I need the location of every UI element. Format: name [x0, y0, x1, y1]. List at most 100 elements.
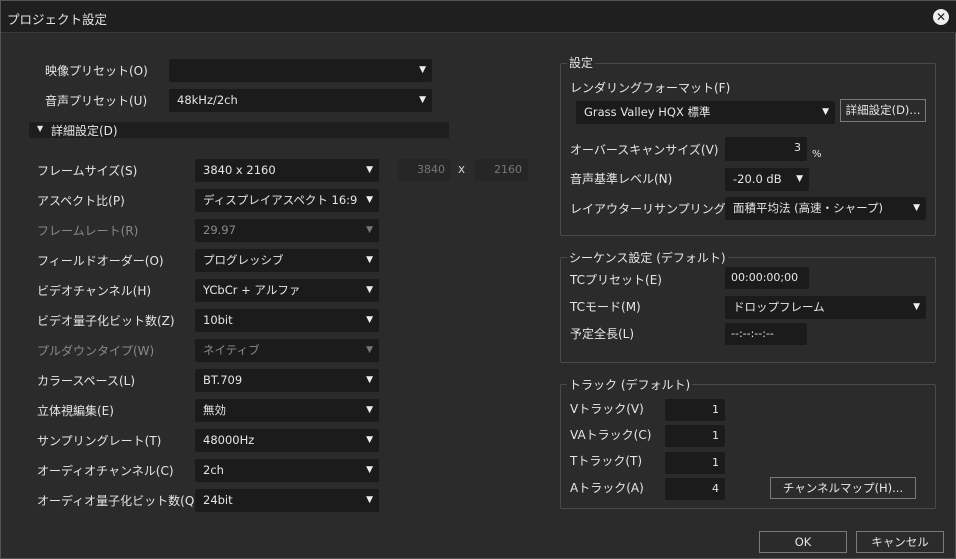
chevron-down-icon: ▼	[366, 315, 373, 325]
row-dropdown-value: ディスプレイアスペクト 16:9	[203, 193, 358, 207]
row-dropdown[interactable]: 24bit ▼	[195, 489, 379, 512]
a-track-input[interactable]: 4	[665, 478, 725, 500]
chevron-down-icon: ▼	[366, 435, 373, 445]
video-preset-dropdown[interactable]: ▼	[169, 59, 432, 82]
chevron-down-icon: ▼	[366, 225, 373, 235]
row-dropdown-value: 24bit	[203, 493, 233, 507]
row-dropdown[interactable]: 2ch ▼	[195, 459, 379, 482]
tc-mode-label: TCモード(M)	[570, 300, 641, 314]
row-dropdown-value: 29.97	[203, 223, 236, 237]
row-dropdown[interactable]: YCbCr + アルファ ▼	[195, 279, 379, 302]
resample-dropdown[interactable]: 面積平均法 (高速・シャープ) ▼	[725, 197, 926, 220]
chevron-down-icon: ▼	[366, 345, 373, 355]
chevron-down-icon: ▼	[366, 405, 373, 415]
chevron-down-icon: ▼	[419, 95, 426, 105]
chevron-down-icon: ▼	[366, 255, 373, 265]
tc-preset-input[interactable]: 00:00:00;00	[725, 267, 809, 289]
chevron-down-icon: ▼	[419, 65, 426, 75]
render-format-dropdown[interactable]: Grass Valley HQX 標準 ▼	[576, 101, 835, 124]
row-dropdown-value: BT.709	[203, 373, 243, 387]
chevron-down-icon: ▼	[366, 165, 373, 175]
chevron-down-icon: ▼	[913, 203, 920, 213]
tracks-group-title: トラック (デフォルト)	[567, 376, 693, 393]
t-track-input[interactable]: 1	[665, 452, 725, 474]
row-dropdown-value: 10bit	[203, 313, 233, 327]
row-dropdown-value: YCbCr + アルファ	[203, 283, 301, 297]
row-dropdown[interactable]: 48000Hz ▼	[195, 429, 379, 452]
overscan-label: オーバースキャンサイズ(V)	[570, 143, 719, 157]
audio-preset-dropdown[interactable]: 48kHz/2ch ▼	[169, 89, 432, 112]
sequence-group-title: シーケンス設定 (デフォルト)	[567, 249, 728, 266]
va-track-input[interactable]: 1	[665, 425, 725, 447]
detail-settings-label: 詳細設定(D)	[51, 124, 118, 138]
frame-width-input: 3840	[398, 159, 451, 181]
row-label: フレームレート(R)	[37, 224, 139, 238]
row-label: カラースペース(L)	[37, 374, 136, 388]
duration-label: 予定全長(L)	[570, 327, 635, 341]
row-dropdown-value: 48000Hz	[203, 433, 255, 447]
chevron-down-icon: ▼	[366, 195, 373, 205]
detail-settings-toggle[interactable]: ▼ 詳細設定(D)	[29, 122, 449, 138]
chevron-down-icon: ▼	[366, 465, 373, 475]
row-dropdown-value: 2ch	[203, 463, 224, 477]
row-dropdown[interactable]: 10bit ▼	[195, 309, 379, 332]
row-dropdown[interactable]: 無効 ▼	[195, 399, 379, 422]
render-format-value: Grass Valley HQX 標準	[584, 105, 711, 119]
audio-preset-value: 48kHz/2ch	[177, 93, 238, 107]
row-label: ビデオチャンネル(H)	[37, 284, 152, 298]
window-title: プロジェクト設定	[7, 12, 108, 27]
row-dropdown[interactable]: プログレッシブ ▼	[195, 249, 379, 272]
chevron-down-icon: ▼	[366, 375, 373, 385]
row-dropdown[interactable]: 3840 x 2160 ▼	[195, 159, 379, 182]
title-bar: プロジェクト設定 ✕	[1, 1, 956, 33]
tc-mode-value: ドロップフレーム	[733, 300, 825, 314]
chevron-down-icon: ▼	[822, 107, 829, 117]
audio-level-dropdown[interactable]: -20.0 dB ▼	[725, 168, 809, 191]
chevron-down-icon: ▼	[796, 174, 803, 184]
row-dropdown[interactable]: BT.709 ▼	[195, 369, 379, 392]
row-label: ビデオ量子化ビット数(Z)	[37, 314, 175, 328]
audio-level-label: 音声基準レベル(N)	[570, 172, 673, 186]
frame-height-input: 2160	[475, 159, 528, 181]
row-dropdown: ネイティブ ▼	[195, 339, 379, 362]
ok-button[interactable]: OK	[759, 531, 847, 553]
row-dropdown-value: 無効	[203, 403, 226, 417]
tc-mode-dropdown[interactable]: ドロップフレーム ▼	[725, 296, 926, 319]
audio-level-value: -20.0 dB	[733, 172, 782, 186]
va-track-label: VAトラック(C)	[570, 428, 652, 442]
row-label: アスペクト比(P)	[37, 194, 125, 208]
v-track-label: Vトラック(V)	[570, 402, 644, 416]
tc-preset-label: TCプリセット(E)	[570, 273, 662, 287]
row-label: フレームサイズ(S)	[37, 164, 138, 178]
cancel-button[interactable]: キャンセル	[856, 531, 944, 553]
chevron-down-icon: ▼	[366, 495, 373, 505]
row-label: サンプリングレート(T)	[37, 434, 162, 448]
frame-size-separator: x	[458, 162, 466, 176]
triangle-down-icon: ▼	[37, 124, 44, 133]
overscan-unit: %	[812, 149, 822, 160]
video-preset-label: 映像プリセット(O)	[45, 64, 148, 78]
row-dropdown-value: プログレッシブ	[203, 253, 284, 267]
detail-settings-button[interactable]: 詳細設定(D)...	[840, 99, 926, 122]
close-icon[interactable]: ✕	[933, 9, 949, 25]
row-dropdown-value: 3840 x 2160	[203, 163, 276, 177]
row-label: フィールドオーダー(O)	[37, 254, 164, 268]
render-format-label: レンダリングフォーマット(F)	[570, 81, 731, 95]
row-label: プルダウンタイプ(W)	[37, 344, 155, 358]
a-track-label: Aトラック(A)	[570, 481, 644, 495]
overscan-input[interactable]: 3	[725, 137, 807, 161]
row-label: 立体視編集(E)	[37, 404, 114, 418]
row-dropdown-value: ネイティブ	[203, 343, 260, 357]
row-label: オーディオチャンネル(C)	[37, 464, 174, 478]
t-track-label: Tトラック(T)	[570, 454, 643, 468]
chevron-down-icon: ▼	[913, 302, 920, 312]
row-label: オーディオ量子化ビット数(Q)	[37, 494, 199, 508]
duration-input[interactable]: --:--:--:--	[725, 323, 807, 345]
v-track-input[interactable]: 1	[665, 399, 725, 421]
chevron-down-icon: ▼	[366, 285, 373, 295]
channel-map-button[interactable]: チャンネルマップ(H)...	[770, 477, 916, 499]
row-dropdown: 29.97 ▼	[195, 219, 379, 242]
settings-group-title: 設定	[567, 54, 596, 71]
resample-value: 面積平均法 (高速・シャープ)	[733, 201, 883, 215]
row-dropdown[interactable]: ディスプレイアスペクト 16:9 ▼	[195, 189, 379, 212]
